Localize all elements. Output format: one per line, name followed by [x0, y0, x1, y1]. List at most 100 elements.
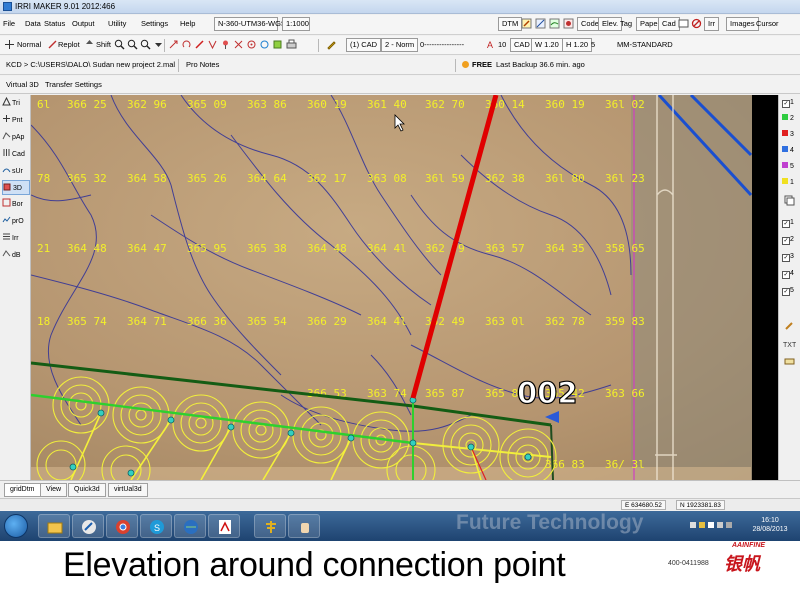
tool-bor[interactable]: Bor	[2, 197, 30, 212]
layer-checkbox[interactable]: ✓	[782, 288, 790, 296]
layer-checkbox[interactable]: ✓	[782, 100, 790, 108]
text-icon[interactable]: A	[485, 39, 496, 50]
layer-row[interactable]: ✓4	[782, 268, 799, 279]
taskbar-pdf[interactable]	[208, 514, 240, 538]
tool-db[interactable]: dB	[2, 248, 30, 263]
layer-row[interactable]: 2	[782, 113, 799, 124]
menu-help[interactable]: Help	[180, 18, 195, 30]
tool-sur[interactable]: sUr	[2, 164, 30, 179]
irr-button[interactable]: Irr	[704, 17, 720, 31]
no-symbol-icon[interactable]	[691, 18, 702, 29]
menu-utility[interactable]: Utility	[108, 18, 126, 30]
count-field[interactable]: 5	[591, 39, 595, 51]
layer-row[interactable]: ✓2	[782, 234, 799, 245]
txt-icon[interactable]: TXT	[783, 338, 796, 349]
layer-select[interactable]: (1) CAD	[346, 38, 382, 52]
pin-icon[interactable]	[220, 39, 231, 50]
cursor-label[interactable]: Cursor	[756, 18, 779, 30]
printer-icon[interactable]	[286, 39, 297, 50]
zoom-in-icon[interactable]	[114, 39, 125, 50]
menu-settings[interactable]: Settings	[141, 18, 168, 30]
layer-row[interactable]: ✓1	[782, 217, 799, 228]
ring-icon[interactable]	[259, 39, 270, 50]
menu-file[interactable]: File	[3, 18, 15, 30]
menu-data[interactable]: Data	[25, 18, 41, 30]
layer-row[interactable]: ✓5	[782, 285, 799, 296]
height-field[interactable]: H 1.20	[562, 38, 593, 52]
tool-tri[interactable]: Tri	[2, 96, 30, 111]
elev-button[interactable]: Elev.	[598, 17, 623, 31]
tab-virtual-3d[interactable]: Virtual 3D	[6, 79, 39, 91]
tab-virtual3d[interactable]: virtUal3d	[108, 483, 148, 497]
zoom-out-icon[interactable]	[127, 39, 138, 50]
width-field[interactable]: W 1.20	[531, 38, 563, 52]
pro-notes-button[interactable]: Pro Notes	[186, 59, 219, 71]
tool-pro[interactable]: prO	[2, 214, 30, 229]
delete-point-icon[interactable]	[233, 39, 244, 50]
layer-row[interactable]: 3	[782, 129, 799, 140]
scroll-track[interactable]	[752, 95, 778, 480]
dtm-button[interactable]: DTM	[498, 17, 523, 31]
text-size-field[interactable]: 10	[498, 39, 506, 51]
text-style-select[interactable]: MM-STANDARD	[617, 39, 673, 51]
projection-select[interactable]: N-360-UTM36-WGS	[214, 17, 286, 31]
connection-point-label[interactable]: 002	[516, 375, 578, 410]
scale-field[interactable]: 1:1000	[282, 17, 310, 31]
insert-point-icon[interactable]	[207, 39, 218, 50]
layer-checkbox[interactable]: ✓	[782, 271, 790, 279]
menu-status[interactable]: Status	[44, 18, 65, 30]
images-button[interactable]: Images	[726, 17, 759, 31]
layer-icon[interactable]	[678, 18, 689, 29]
target-icon[interactable]	[246, 39, 257, 50]
tool-cad[interactable]: Cad	[2, 147, 30, 162]
taskbar-arrow-app[interactable]	[72, 514, 104, 538]
tab-griddtm[interactable]: gridDtm	[4, 483, 41, 497]
ruler-icon[interactable]	[784, 356, 795, 367]
layer-row[interactable]: ✓3	[782, 251, 799, 262]
cad-button[interactable]: Cad	[658, 17, 680, 31]
layer-row[interactable]: 5	[782, 161, 799, 172]
rotate-icon[interactable]	[181, 39, 192, 50]
layer-checkbox[interactable]: ✓	[782, 237, 790, 245]
tool-3d[interactable]: 3D	[2, 180, 30, 195]
menu-output[interactable]: Output	[72, 18, 95, 30]
map-canvas[interactable]: 6l 366 25 362 96 365 09 363 86 360 19 361 40 36…	[31, 95, 752, 480]
layer-checkbox[interactable]: ✓	[782, 254, 790, 262]
taskbar-hand-app[interactable]	[288, 514, 320, 538]
fill-icon[interactable]	[272, 39, 283, 50]
layer-row[interactable]: 1	[782, 177, 799, 188]
start-button[interactable]	[4, 514, 28, 538]
pen-icon[interactable]	[326, 39, 337, 50]
survey-icon[interactable]	[563, 18, 574, 29]
taskbar-skype[interactable]: S	[140, 514, 172, 538]
replot-button[interactable]: Replot	[58, 39, 80, 51]
line-mode-select[interactable]: 2 - Norm	[381, 38, 419, 52]
contour-icon[interactable]	[549, 18, 560, 29]
tab-view[interactable]: View	[40, 483, 68, 497]
pencil-icon[interactable]	[521, 18, 532, 29]
tool-pap[interactable]: pAp	[2, 130, 30, 145]
system-tray-icons[interactable]	[690, 520, 734, 530]
tool-irr[interactable]: Irr	[2, 231, 30, 246]
taskbar-irri-maker[interactable]	[254, 514, 286, 538]
layer-row[interactable]: 4	[782, 145, 799, 156]
tag-label[interactable]: Tag	[620, 18, 632, 30]
layer-row[interactable]: ✓1	[782, 97, 799, 108]
shift-button[interactable]: Shift	[96, 39, 111, 51]
layer-checkbox[interactable]: ✓	[782, 220, 790, 228]
taskbar-earth[interactable]	[174, 514, 206, 538]
measure-icon[interactable]	[535, 18, 546, 29]
copy-layers-icon[interactable]	[784, 195, 795, 206]
draw-line-icon[interactable]	[194, 39, 205, 50]
tab-transfer-settings[interactable]: Transfer Settings	[45, 79, 102, 91]
line-style-select[interactable]: 0----------------	[420, 39, 464, 51]
taskbar-chrome[interactable]	[106, 514, 138, 538]
move-point-icon[interactable]	[168, 39, 179, 50]
normal-mode-button[interactable]: Normal	[17, 39, 41, 51]
taskbar-clock[interactable]: 16:10 28/08/2013	[744, 516, 796, 534]
taskbar-explorer[interactable]	[38, 514, 70, 538]
zoom-dropdown-icon[interactable]	[153, 39, 164, 50]
brush-icon[interactable]	[784, 320, 795, 331]
tool-pnt[interactable]: Pnt	[2, 113, 30, 128]
tab-quick3d[interactable]: Quick3d	[68, 483, 106, 497]
